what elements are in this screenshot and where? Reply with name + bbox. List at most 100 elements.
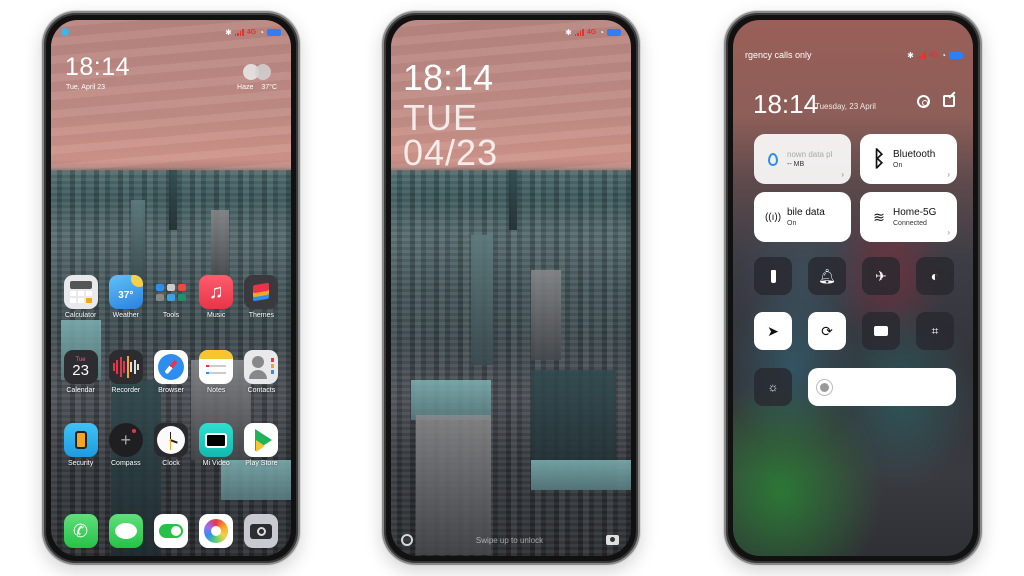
app-label: Play Store <box>245 460 278 467</box>
battery-icon <box>267 28 281 36</box>
app-weather[interactable]: 37° Weather <box>103 275 148 319</box>
app-contacts[interactable]: Contacts <box>239 350 284 394</box>
scanner-toggle[interactable]: ⌗ <box>916 312 954 350</box>
themes-icon <box>244 275 279 309</box>
weather-widget[interactable]: Haze 37°C <box>237 84 277 91</box>
network-type: 4G <box>586 28 597 36</box>
bluetooth-status-icon: ✱ <box>907 50 914 60</box>
app-label: Security <box>67 460 94 467</box>
dock-gallery[interactable] <box>194 514 239 548</box>
auto-brightness-toggle[interactable]: ☼ <box>754 368 792 406</box>
signal-icon <box>574 28 584 36</box>
location-toggle[interactable]: ➤ <box>754 312 792 350</box>
dark-mode-toggle[interactable]: ◐ <box>916 257 954 295</box>
contacts-icon <box>244 350 279 384</box>
dock-messages[interactable] <box>103 514 148 548</box>
assistant-icon[interactable] <box>401 534 413 546</box>
phone-home-screen: ✱ 4G ◔ 18:14 Tue, April 23 Haze 37°C Cal… <box>42 11 300 565</box>
edit-icon[interactable] <box>943 95 955 107</box>
screen-recorder-toggle[interactable] <box>862 312 900 350</box>
app-calendar[interactable]: Tue 23 Calendar <box>58 350 103 394</box>
sound-toggle[interactable]: 🔔︎ <box>808 257 846 295</box>
auto-brightness-icon: ☼ <box>767 380 779 394</box>
home-screen: ✱ 4G ◔ 18:14 Tue, April 23 Haze 37°C Cal… <box>51 20 291 556</box>
dock-phone[interactable]: ✆ <box>58 514 103 548</box>
control-center-screen: rgency calls only ✱ 4G ◔ 18:14 Tuesday, … <box>733 20 973 556</box>
mobile-data-icon: ((ı)) <box>764 211 782 223</box>
data-usage-icon <box>763 152 783 166</box>
app-label: Themes <box>248 312 275 319</box>
app-row: Security + Compass Clock Mi Video Play S… <box>58 423 284 467</box>
app-music[interactable]: ♫ Music <box>194 275 239 319</box>
app-notes[interactable]: Notes <box>194 350 239 394</box>
settings-gear-icon[interactable] <box>917 95 930 108</box>
weather-temperature: 37°C <box>261 84 277 91</box>
flashlight-icon <box>770 269 776 283</box>
chevron-right-icon: › <box>947 170 950 179</box>
mobile-data-tile[interactable]: ((ı)) bile data On <box>754 192 851 242</box>
weather-condition: Haze <box>237 84 254 91</box>
control-center-date: Tuesday, 23 April <box>815 102 876 111</box>
wifi-status-icon: ◔ <box>259 27 264 37</box>
bluetooth-tile[interactable]: ᛒ Bluetooth On › <box>860 134 957 184</box>
app-mi-video[interactable]: Mi Video <box>194 423 239 467</box>
calendar-icon: Tue 23 <box>63 350 98 384</box>
app-calculator[interactable]: Calculator <box>58 275 103 319</box>
app-label: Calendar <box>66 387 95 394</box>
app-compass[interactable]: + Compass <box>103 423 148 467</box>
signal-icon <box>916 51 926 59</box>
notification-app-icon <box>61 28 69 36</box>
status-bar: ✱ 4G ◔ <box>61 26 281 38</box>
status-bar: ✱ 4G ◔ <box>401 26 621 38</box>
bluetooth-status-icon: ✱ <box>565 27 572 37</box>
wifi-status-icon: ◔ <box>941 50 946 60</box>
toggle-settings-icon <box>153 514 188 548</box>
swipe-to-unlock-hint[interactable]: Swipe up to unlock <box>413 536 606 545</box>
home-clock[interactable]: 18:14 <box>65 53 130 82</box>
airplane-icon: ✈ <box>875 267 887 284</box>
dock-settings-toggle[interactable] <box>148 514 193 548</box>
notes-icon <box>199 350 234 384</box>
app-themes[interactable]: Themes <box>239 275 284 319</box>
tile-subtitle: Connected <box>893 220 927 227</box>
lock-screen: ✱ 4G ◔ 18:14 TUE 04/23 Swipe up to unloc… <box>391 20 631 556</box>
app-label: Mi Video <box>202 460 230 467</box>
compass-icon: + <box>108 423 143 457</box>
tile-title: Bluetooth <box>893 149 936 160</box>
battery-icon <box>607 28 621 36</box>
airplane-mode-toggle[interactable]: ✈ <box>862 257 900 295</box>
data-usage-tile[interactable]: nown data pl -- MB › <box>754 134 851 184</box>
bluetooth-icon: ᛒ <box>872 146 886 171</box>
calculator-icon <box>63 275 98 309</box>
tile-subtitle: -- MB <box>787 161 805 168</box>
app-label: Browser <box>158 387 184 394</box>
app-recorder[interactable]: Recorder <box>103 350 148 394</box>
app-browser[interactable]: Browser <box>148 350 193 394</box>
carrier-text: rgency calls only <box>745 50 812 60</box>
app-security[interactable]: Security <box>58 423 103 467</box>
rotation-lock-toggle[interactable]: ⟳ <box>808 312 846 350</box>
location-arrow-icon: ➤ <box>767 322 779 339</box>
app-label: Compass <box>111 460 141 467</box>
camera-shortcut-icon[interactable] <box>606 535 619 545</box>
mi-video-icon <box>199 423 234 457</box>
wifi-tile[interactable]: ≋ Home-5G Connected › <box>860 192 957 242</box>
tile-subtitle: On <box>787 220 797 227</box>
app-tools-folder[interactable]: Tools <box>148 275 193 319</box>
tools-folder-icon <box>154 275 188 309</box>
brightness-slider[interactable] <box>808 368 956 406</box>
app-label: Contacts <box>247 387 276 394</box>
dock-camera[interactable] <box>239 514 284 548</box>
bell-icon: 🔔︎ <box>818 267 836 284</box>
app-label: Weather <box>112 312 139 319</box>
app-row: Calculator 37° Weather Tools ♫ Music The… <box>58 275 284 319</box>
tile-title: Home-5G <box>893 207 937 218</box>
weather-icon: 37° <box>108 275 143 309</box>
haze-weather-icon[interactable] <box>243 64 273 80</box>
app-play-store[interactable]: Play Store <box>239 423 284 467</box>
app-clock[interactable]: Clock <box>148 423 193 467</box>
camera-icon <box>244 514 279 548</box>
flashlight-toggle[interactable] <box>754 257 792 295</box>
network-type: 4G <box>928 51 939 59</box>
tile-subtitle: On <box>893 162 903 169</box>
